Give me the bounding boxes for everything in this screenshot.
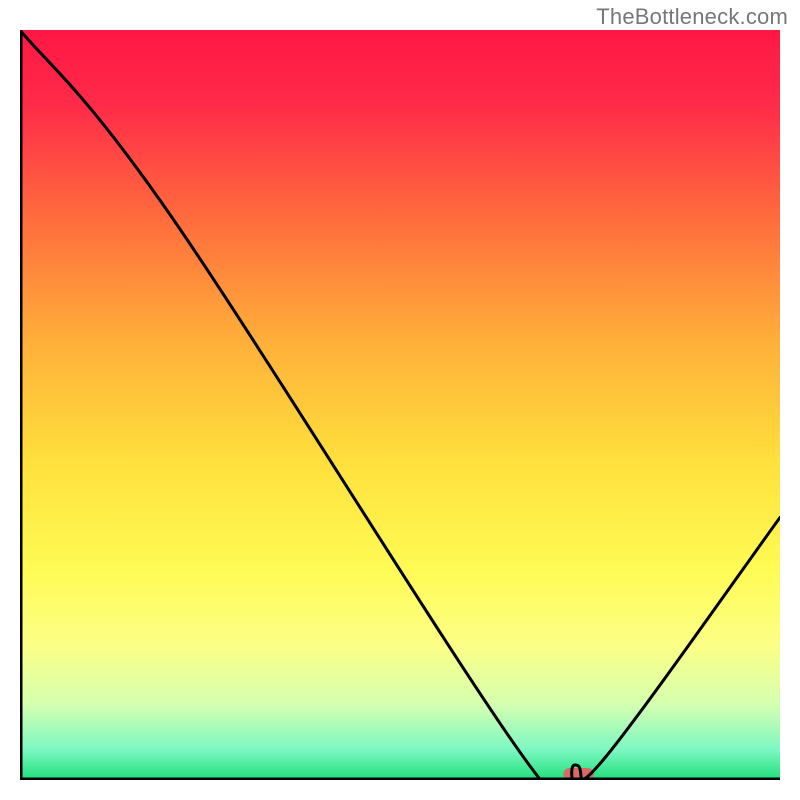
chart-svg: [20, 30, 780, 780]
watermark-text: TheBottleneck.com: [596, 4, 788, 30]
chart-container: [20, 30, 780, 780]
chart-background: [20, 30, 780, 780]
